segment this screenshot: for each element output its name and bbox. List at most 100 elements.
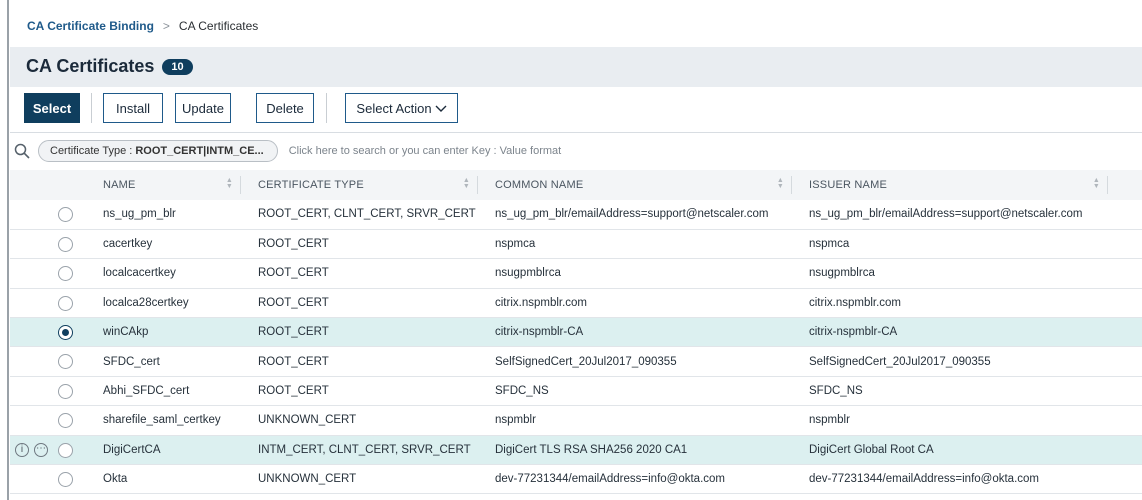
row-radio-selected[interactable]	[58, 325, 73, 341]
filter-chip[interactable]: Certificate Type : ROOT_CERT|INTM_CE...	[38, 140, 278, 162]
cell-issuer-name: nspmca	[792, 229, 1108, 260]
table-row[interactable]: Okta UNKNOWN_CERT dev-77231344/emailAddr…	[10, 464, 1142, 495]
install-button[interactable]: Install	[103, 93, 163, 123]
cell-certificate-type: ROOT_CERT	[241, 229, 478, 260]
count-badge: 10	[162, 58, 193, 75]
left-border	[7, 0, 9, 500]
table-row[interactable]: sharefile_saml_certkey UNKNOWN_CERT nspm…	[10, 405, 1142, 436]
cell-certificate-type: ROOT_CERT	[241, 346, 478, 377]
cell-extra	[1108, 346, 1142, 377]
row-select-cell	[10, 229, 86, 260]
filter-value: ROOT_CERT|INTM_CE...	[135, 145, 264, 157]
cell-issuer-name: citrix.nspmblr.com	[792, 288, 1108, 319]
cell-extra	[1108, 288, 1142, 319]
column-header-label: COMMON NAME	[495, 179, 584, 191]
filter-key: Certificate Type :	[50, 145, 133, 157]
search-input-placeholder[interactable]: Click here to search or you can enter Ke…	[289, 145, 561, 157]
cell-common-name: DigiCert TLS RSA SHA256 2020 CA1	[478, 435, 792, 466]
cell-issuer-name: dev-77231344/emailAddress=info@okta.com	[792, 464, 1108, 495]
row-radio[interactable]	[58, 207, 73, 222]
table-header-row: NAME ▲ ▼ CERTIFICATE TYPE ▲ ▼ COMMON NAME ▲ ▼ …	[10, 170, 1142, 200]
cell-common-name: nspmblr	[478, 405, 792, 436]
row-select-cell	[10, 258, 86, 289]
table-row[interactable]: SFDC_cert ROOT_CERT SelfSignedCert_20Jul…	[10, 346, 1142, 377]
cell-issuer-name: DigiCert Global Root CA	[792, 435, 1108, 466]
ca-certificates-table: NAME ▲ ▼ CERTIFICATE TYPE ▲ ▼ COMMON NAME ▲ ▼ …	[10, 170, 1142, 495]
row-radio[interactable]	[58, 295, 73, 311]
row-select-cell	[10, 200, 86, 230]
row-select-cell: i ⋯	[10, 435, 86, 466]
sort-icon[interactable]: ▲ ▼	[226, 177, 233, 190]
row-radio[interactable]	[58, 354, 73, 370]
row-radio[interactable]	[58, 236, 73, 252]
cell-name: ns_ug_pm_blr	[86, 200, 241, 230]
cell-name: localcacertkey	[86, 258, 241, 289]
cell-extra	[1108, 376, 1142, 407]
cell-extra	[1108, 464, 1142, 495]
cell-certificate-type: UNKNOWN_CERT	[241, 405, 478, 436]
cell-common-name: SFDC_NS	[478, 376, 792, 407]
search-icon[interactable]	[14, 143, 30, 159]
table-row-hovered[interactable]: i ⋯ DigiCertCA INTM_CERT, CLNT_CERT, SRV…	[10, 435, 1142, 466]
row-radio[interactable]	[58, 383, 73, 399]
row-radio[interactable]	[58, 442, 73, 458]
column-header-issuer-name[interactable]: ISSUER NAME ▲ ▼	[792, 170, 1108, 200]
sort-icon[interactable]: ▲ ▼	[1093, 177, 1100, 190]
table-row-selected[interactable]: winCAkp ROOT_CERT citrix-nspmblr-CA citr…	[10, 317, 1142, 348]
cell-certificate-type: UNKNOWN_CERT	[241, 464, 478, 495]
cell-name: cacertkey	[86, 229, 241, 260]
breadcrumb-parent-link[interactable]: CA Certificate Binding	[27, 19, 154, 33]
cell-issuer-name: nsugpmblrca	[792, 258, 1108, 289]
more-options-icon[interactable]: ⋯	[34, 442, 48, 457]
table-row[interactable]: localcacertkey ROOT_CERT nsugpmblrca nsu…	[10, 258, 1142, 289]
update-button[interactable]: Update	[175, 93, 231, 123]
cell-certificate-type: ROOT_CERT	[241, 376, 478, 407]
column-header-extra	[1108, 170, 1142, 200]
toolbar-divider	[326, 93, 327, 123]
cell-common-name: dev-77231344/emailAddress=info@okta.com	[478, 464, 792, 495]
row-radio[interactable]	[58, 472, 73, 488]
sort-icon[interactable]: ▲ ▼	[463, 177, 470, 190]
cell-extra	[1108, 258, 1142, 289]
cell-extra	[1108, 229, 1142, 260]
cell-extra	[1108, 435, 1142, 466]
table-row[interactable]: localca28certkey ROOT_CERT citrix.nspmbl…	[10, 288, 1142, 319]
cell-certificate-type: ROOT_CERT, CLNT_CERT, SRVR_CERT	[241, 200, 478, 230]
cell-common-name: nsugpmblrca	[478, 258, 792, 289]
cell-certificate-type: INTM_CERT, CLNT_CERT, SRVR_CERT	[241, 435, 478, 466]
column-header-common-name[interactable]: COMMON NAME ▲ ▼	[478, 170, 792, 200]
delete-button[interactable]: Delete	[256, 93, 314, 123]
row-select-cell	[10, 405, 86, 436]
cell-name: Abhi_SFDC_cert	[86, 376, 241, 407]
cell-common-name: citrix-nspmblr-CA	[478, 317, 792, 348]
page-title: CA Certificates	[26, 56, 155, 76]
select-action-dropdown[interactable]: Select Action	[345, 93, 458, 123]
cell-common-name: SelfSignedCert_20Jul2017_090355	[478, 346, 792, 377]
column-header-label: ISSUER NAME	[809, 179, 887, 191]
title-row: CA Certificates 10	[26, 56, 193, 77]
search-bar[interactable]: Certificate Type : ROOT_CERT|INTM_CE... …	[14, 140, 561, 162]
row-select-cell	[10, 464, 86, 495]
row-radio[interactable]	[58, 413, 73, 429]
cell-extra	[1108, 317, 1142, 348]
cell-extra	[1108, 200, 1142, 230]
table-row[interactable]: Abhi_SFDC_cert ROOT_CERT SFDC_NS SFDC_NS	[10, 376, 1142, 407]
cell-common-name: nspmca	[478, 229, 792, 260]
select-button[interactable]: Select	[24, 93, 80, 123]
column-header-name[interactable]: NAME ▲ ▼	[86, 170, 241, 200]
cell-extra	[1108, 405, 1142, 436]
row-radio[interactable]	[58, 266, 73, 282]
table-row[interactable]: ns_ug_pm_blr ROOT_CERT, CLNT_CERT, SRVR_…	[10, 200, 1142, 230]
cell-name: sharefile_saml_certkey	[86, 405, 241, 436]
cell-issuer-name: SelfSignedCert_20Jul2017_090355	[792, 346, 1108, 377]
cell-name: Okta	[86, 464, 241, 495]
select-column-header	[10, 170, 86, 200]
cell-name: SFDC_cert	[86, 346, 241, 377]
column-header-certificate-type[interactable]: CERTIFICATE TYPE ▲ ▼	[241, 170, 478, 200]
select-action-label: Select Action	[356, 100, 432, 116]
table-row[interactable]: cacertkey ROOT_CERT nspmca nspmca	[10, 229, 1142, 260]
row-select-cell	[10, 346, 86, 377]
cell-name: winCAkp	[86, 317, 241, 348]
sort-icon[interactable]: ▲ ▼	[777, 177, 784, 190]
info-icon[interactable]: i	[15, 442, 29, 457]
